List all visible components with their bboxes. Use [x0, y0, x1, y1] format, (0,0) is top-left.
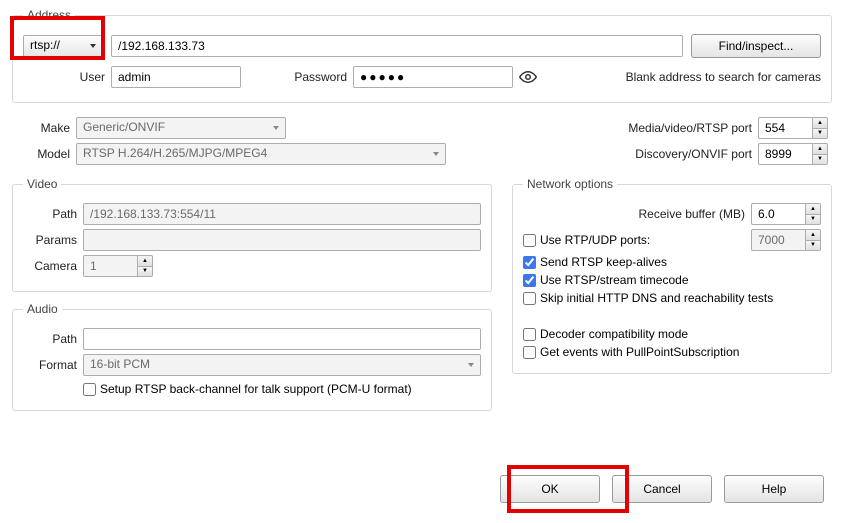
receive-buffer-spinner[interactable]: ▲ ▼ [751, 203, 821, 225]
protocol-select[interactable]: rtsp:// [23, 35, 103, 57]
camera-up: ▲ [137, 255, 153, 266]
make-label: Make [16, 121, 76, 135]
timecode-checkbox[interactable]: Use RTSP/stream timecode [523, 273, 821, 287]
dialog-buttons: OK Cancel Help [500, 475, 824, 503]
video-legend: Video [23, 177, 61, 191]
address-url-input[interactable] [111, 35, 683, 57]
rtp-port-spinner: ▲ ▼ [751, 229, 821, 251]
video-path-input [83, 203, 481, 225]
discovery-port-spinner[interactable]: ▲ ▼ [758, 143, 828, 165]
password-masked: ●●●●● [360, 70, 406, 84]
model-label: Model [16, 147, 76, 161]
discovery-port-label: Discovery/ONVIF port [635, 147, 758, 161]
network-group: Network options Receive buffer (MB) ▲ ▼ … [512, 177, 832, 374]
skip-dns-label: Skip initial HTTP DNS and reachability t… [540, 291, 773, 305]
rtp-port-input [751, 229, 805, 251]
user-input[interactable] [111, 66, 241, 88]
reveal-password-icon[interactable] [517, 66, 539, 88]
address-legend: Address [23, 8, 75, 22]
receive-buffer-up[interactable]: ▲ [805, 203, 821, 214]
audio-format-label: Format [23, 358, 83, 372]
audio-format-select[interactable]: 16-bit PCM [83, 354, 481, 376]
help-button[interactable]: Help [724, 475, 824, 503]
pullpoint-cb-input[interactable] [523, 346, 536, 359]
back-channel-checkbox[interactable]: Setup RTSP back-channel for talk support… [83, 382, 481, 396]
address-group: Address rtsp:// Find/inspect... User Pas… [12, 8, 832, 103]
video-params-input [83, 229, 481, 251]
rtp-port-down: ▼ [805, 240, 821, 252]
receive-buffer-input[interactable] [751, 203, 805, 225]
pullpoint-checkbox[interactable]: Get events with PullPointSubscription [523, 345, 821, 359]
use-rtp-cb-input[interactable] [523, 234, 536, 247]
model-select[interactable]: RTSP H.264/H.265/MJPG/MPEG4 [76, 143, 446, 165]
keep-alive-label: Send RTSP keep-alives [540, 255, 667, 269]
keep-alive-cb-input[interactable] [523, 256, 536, 269]
decoder-compat-cb-input[interactable] [523, 328, 536, 341]
decoder-compat-checkbox[interactable]: Decoder compatibility mode [523, 327, 821, 341]
protocol-value: rtsp:// [30, 38, 60, 52]
skip-dns-cb-input[interactable] [523, 292, 536, 305]
network-legend: Network options [523, 177, 617, 191]
skip-dns-checkbox[interactable]: Skip initial HTTP DNS and reachability t… [523, 291, 821, 305]
media-port-down[interactable]: ▼ [812, 128, 828, 140]
video-params-label: Params [23, 233, 83, 247]
password-input[interactable]: ●●●●● [353, 66, 513, 88]
video-path-label: Path [23, 207, 83, 221]
password-label: Password [253, 70, 353, 84]
make-value: Generic/ONVIF [83, 120, 165, 134]
timecode-label: Use RTSP/stream timecode [540, 273, 689, 287]
cancel-button[interactable]: Cancel [612, 475, 712, 503]
discovery-port-down[interactable]: ▼ [812, 154, 828, 166]
audio-format-value: 16-bit PCM [90, 357, 150, 371]
back-channel-cb-input[interactable] [83, 383, 96, 396]
blank-address-note: Blank address to search for cameras [539, 70, 821, 84]
media-port-spinner[interactable]: ▲ ▼ [758, 117, 828, 139]
decoder-compat-label: Decoder compatibility mode [540, 327, 688, 341]
discovery-port-input[interactable] [758, 143, 812, 165]
pullpoint-label: Get events with PullPointSubscription [540, 345, 739, 359]
receive-buffer-down[interactable]: ▼ [805, 214, 821, 226]
audio-path-label: Path [23, 332, 83, 346]
camera-spinner: ▲ ▼ [83, 255, 153, 277]
back-channel-label: Setup RTSP back-channel for talk support… [100, 382, 412, 396]
model-value: RTSP H.264/H.265/MJPG/MPEG4 [83, 146, 267, 160]
ok-button[interactable]: OK [500, 475, 600, 503]
media-port-input[interactable] [758, 117, 812, 139]
use-rtp-label: Use RTP/UDP ports: [540, 233, 650, 247]
video-group: Video Path Params Camera ▲ ▼ [12, 177, 492, 292]
find-inspect-button[interactable]: Find/inspect... [691, 34, 821, 58]
audio-legend: Audio [23, 302, 62, 316]
keep-alive-checkbox[interactable]: Send RTSP keep-alives [523, 255, 821, 269]
audio-group: Audio Path Format 16-bit PCM Setup RTSP … [12, 302, 492, 411]
use-rtp-checkbox[interactable]: Use RTP/UDP ports: [523, 233, 751, 247]
camera-down: ▼ [137, 266, 153, 278]
make-select[interactable]: Generic/ONVIF [76, 117, 286, 139]
user-label: User [23, 70, 111, 84]
media-port-label: Media/video/RTSP port [628, 121, 758, 135]
camera-input [83, 255, 137, 277]
audio-path-input[interactable] [83, 328, 481, 350]
timecode-cb-input[interactable] [523, 274, 536, 287]
discovery-port-up[interactable]: ▲ [812, 143, 828, 154]
receive-buffer-label: Receive buffer (MB) [523, 207, 751, 221]
rtp-port-up: ▲ [805, 229, 821, 240]
video-camera-label: Camera [23, 259, 83, 273]
media-port-up[interactable]: ▲ [812, 117, 828, 128]
